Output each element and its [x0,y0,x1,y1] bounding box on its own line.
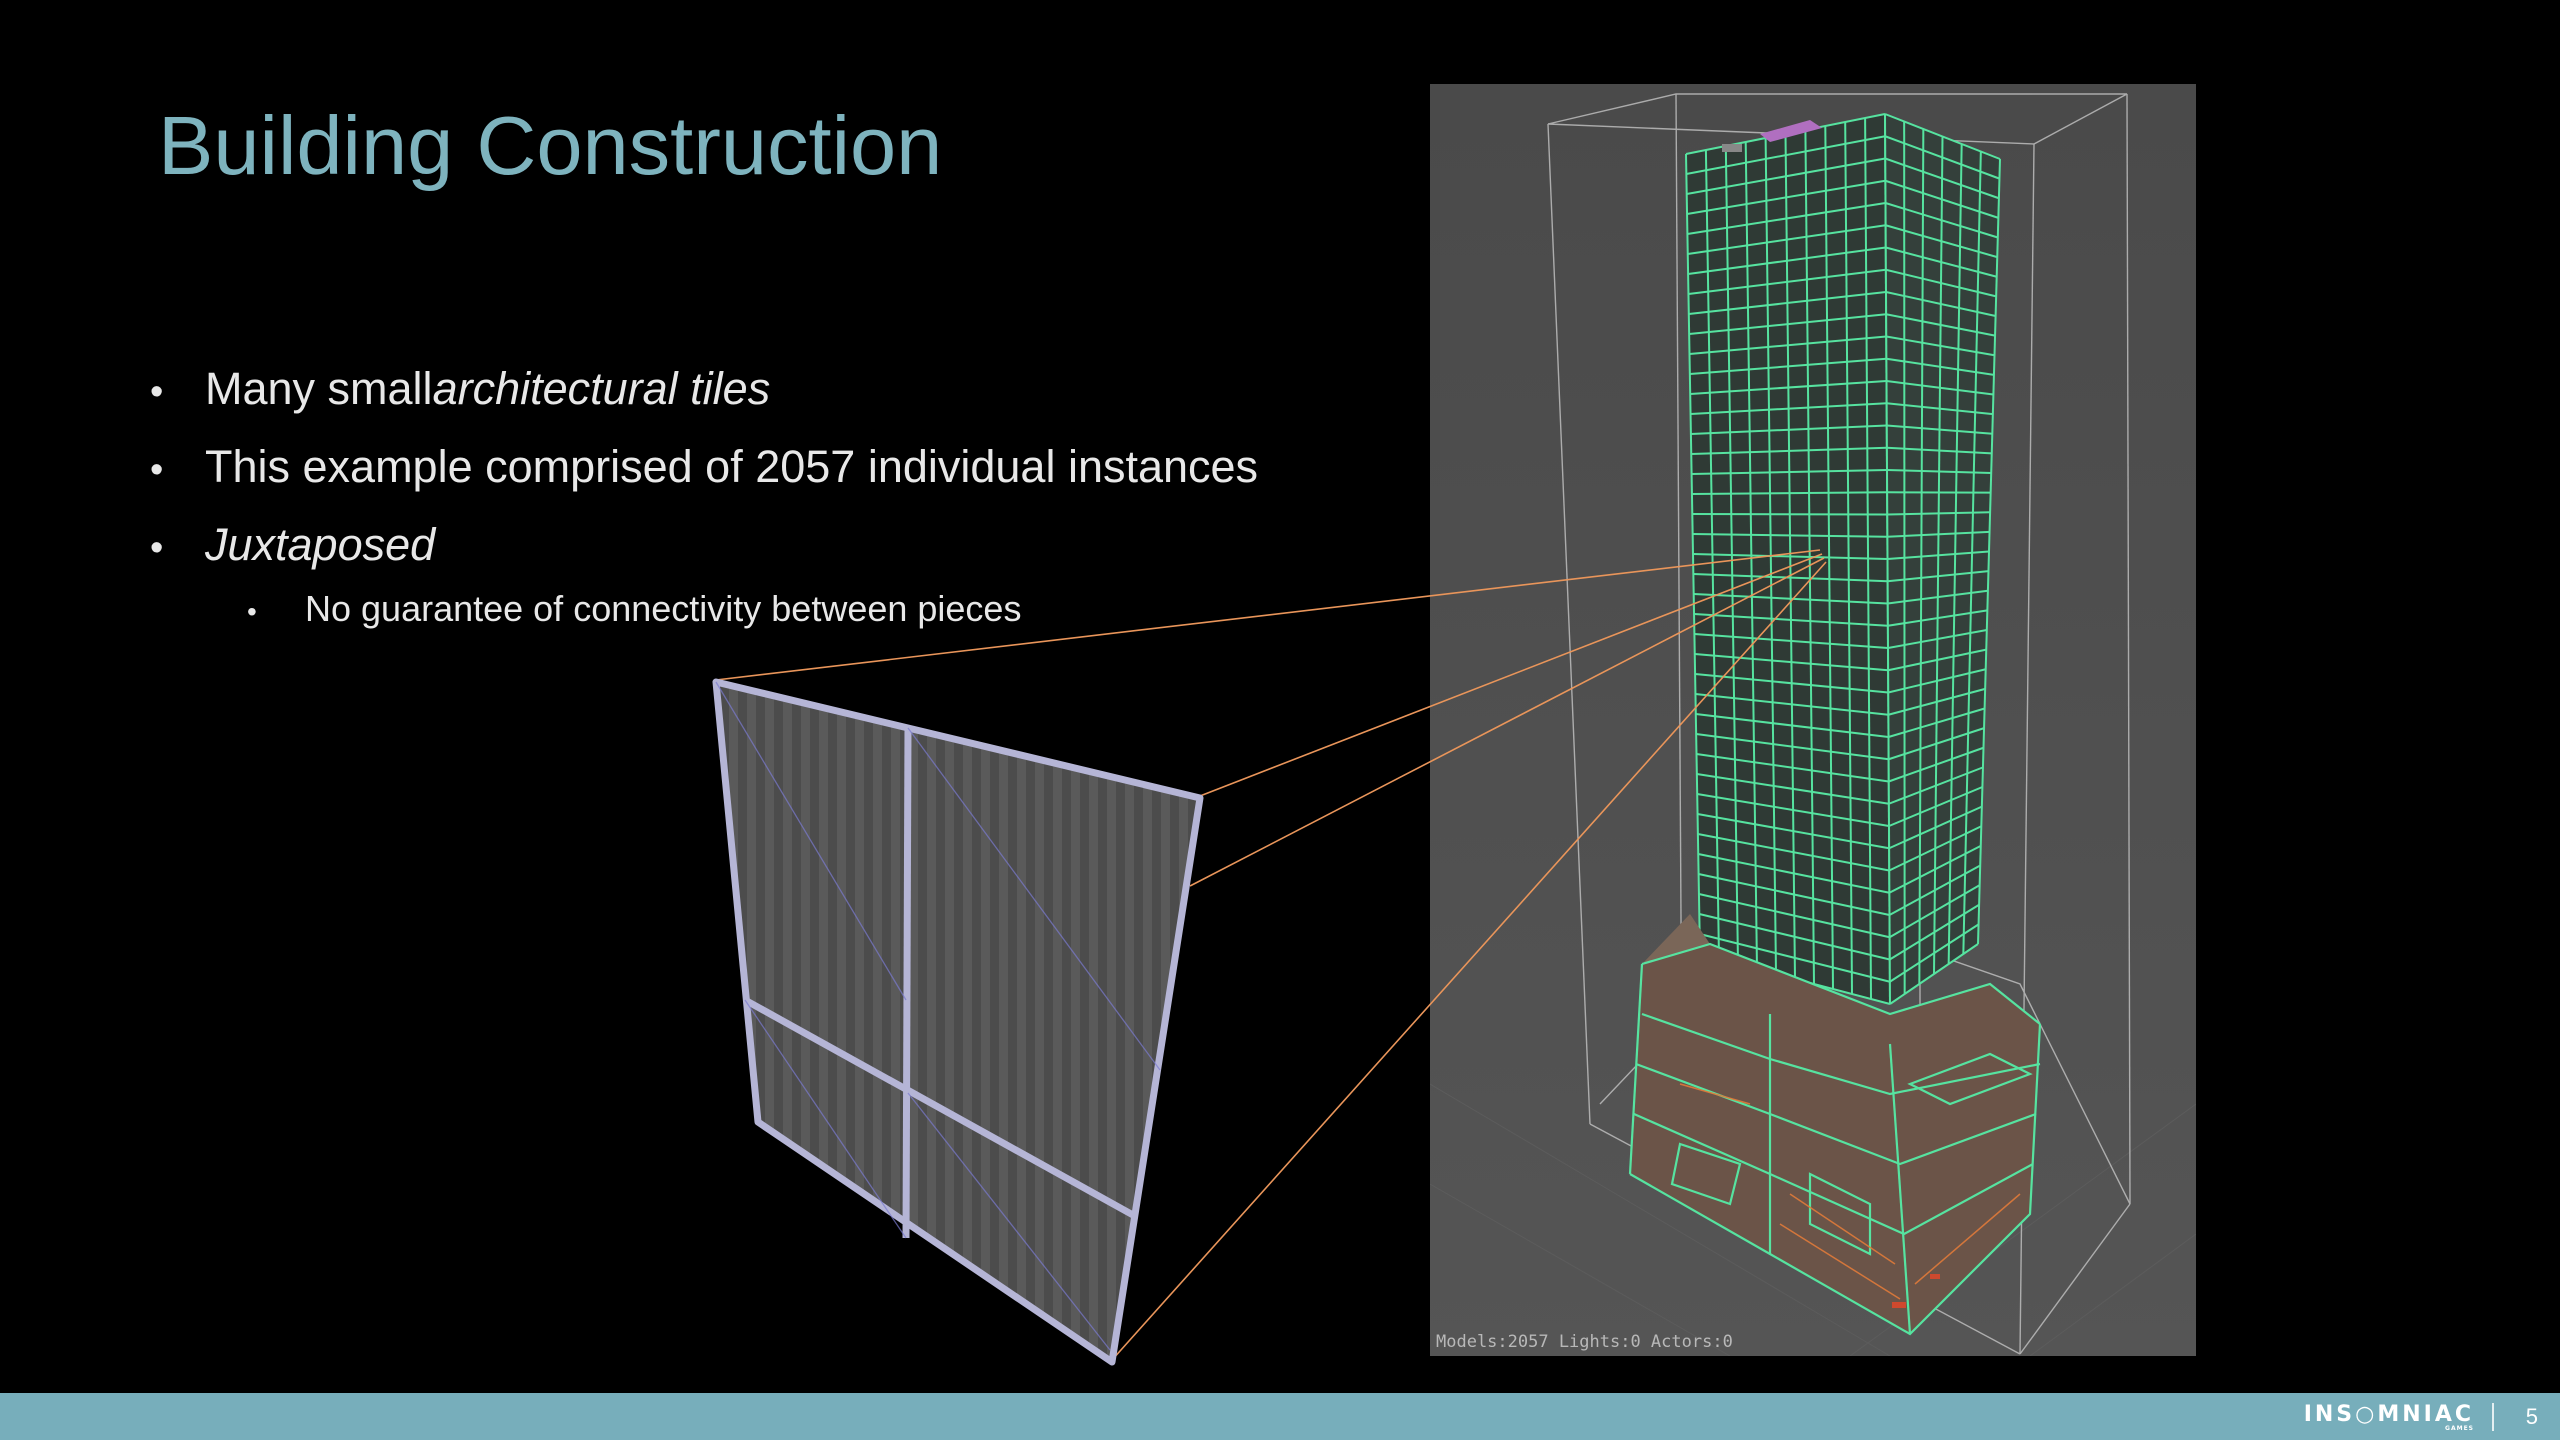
bullet-item: • This example comprised of 2057 individ… [0,441,1258,493]
bullet-text-emphasis: Juxtaposed [205,519,436,570]
bullet-marker: • [150,371,164,413]
company-logo: INS○MNIAC [2303,1402,2474,1427]
footer-divider [2492,1403,2494,1431]
window-tile-zoom [712,678,1204,1366]
bullet-marker: • [150,527,164,569]
footer-bar: INS○MNIAC GAMES 5 [0,1393,2560,1440]
tower-left-face [1685,113,1891,1005]
viewport-render: Models:2057 Lights:0 Actors:0 [1430,84,2196,1356]
bullet-marker: • [247,596,257,627]
sub-bullet-item: • No guarantee of connectivity between p… [0,588,1021,630]
bullet-marker: • [150,449,164,491]
bullet-item: • Many small architectural tiles [0,363,770,415]
company-logo-subtext: GAMES [2445,1425,2474,1432]
bullet-text: No guarantee of connectivity between pie… [305,588,1022,629]
viewport-stats: Models:2057 Lights:0 Actors:0 [1436,1332,1733,1352]
bullet-text-emphasis: architectural tiles [432,363,771,414]
slide-title: Building Construction [158,99,943,192]
bullet-item: • Juxtaposed [0,519,435,571]
bullet-text: This example comprised of 2057 individua… [205,441,1259,492]
tower-wireframe-render [1430,84,2196,1356]
page-number: 5 [2525,1404,2538,1429]
bullet-text: Many small [205,363,433,414]
